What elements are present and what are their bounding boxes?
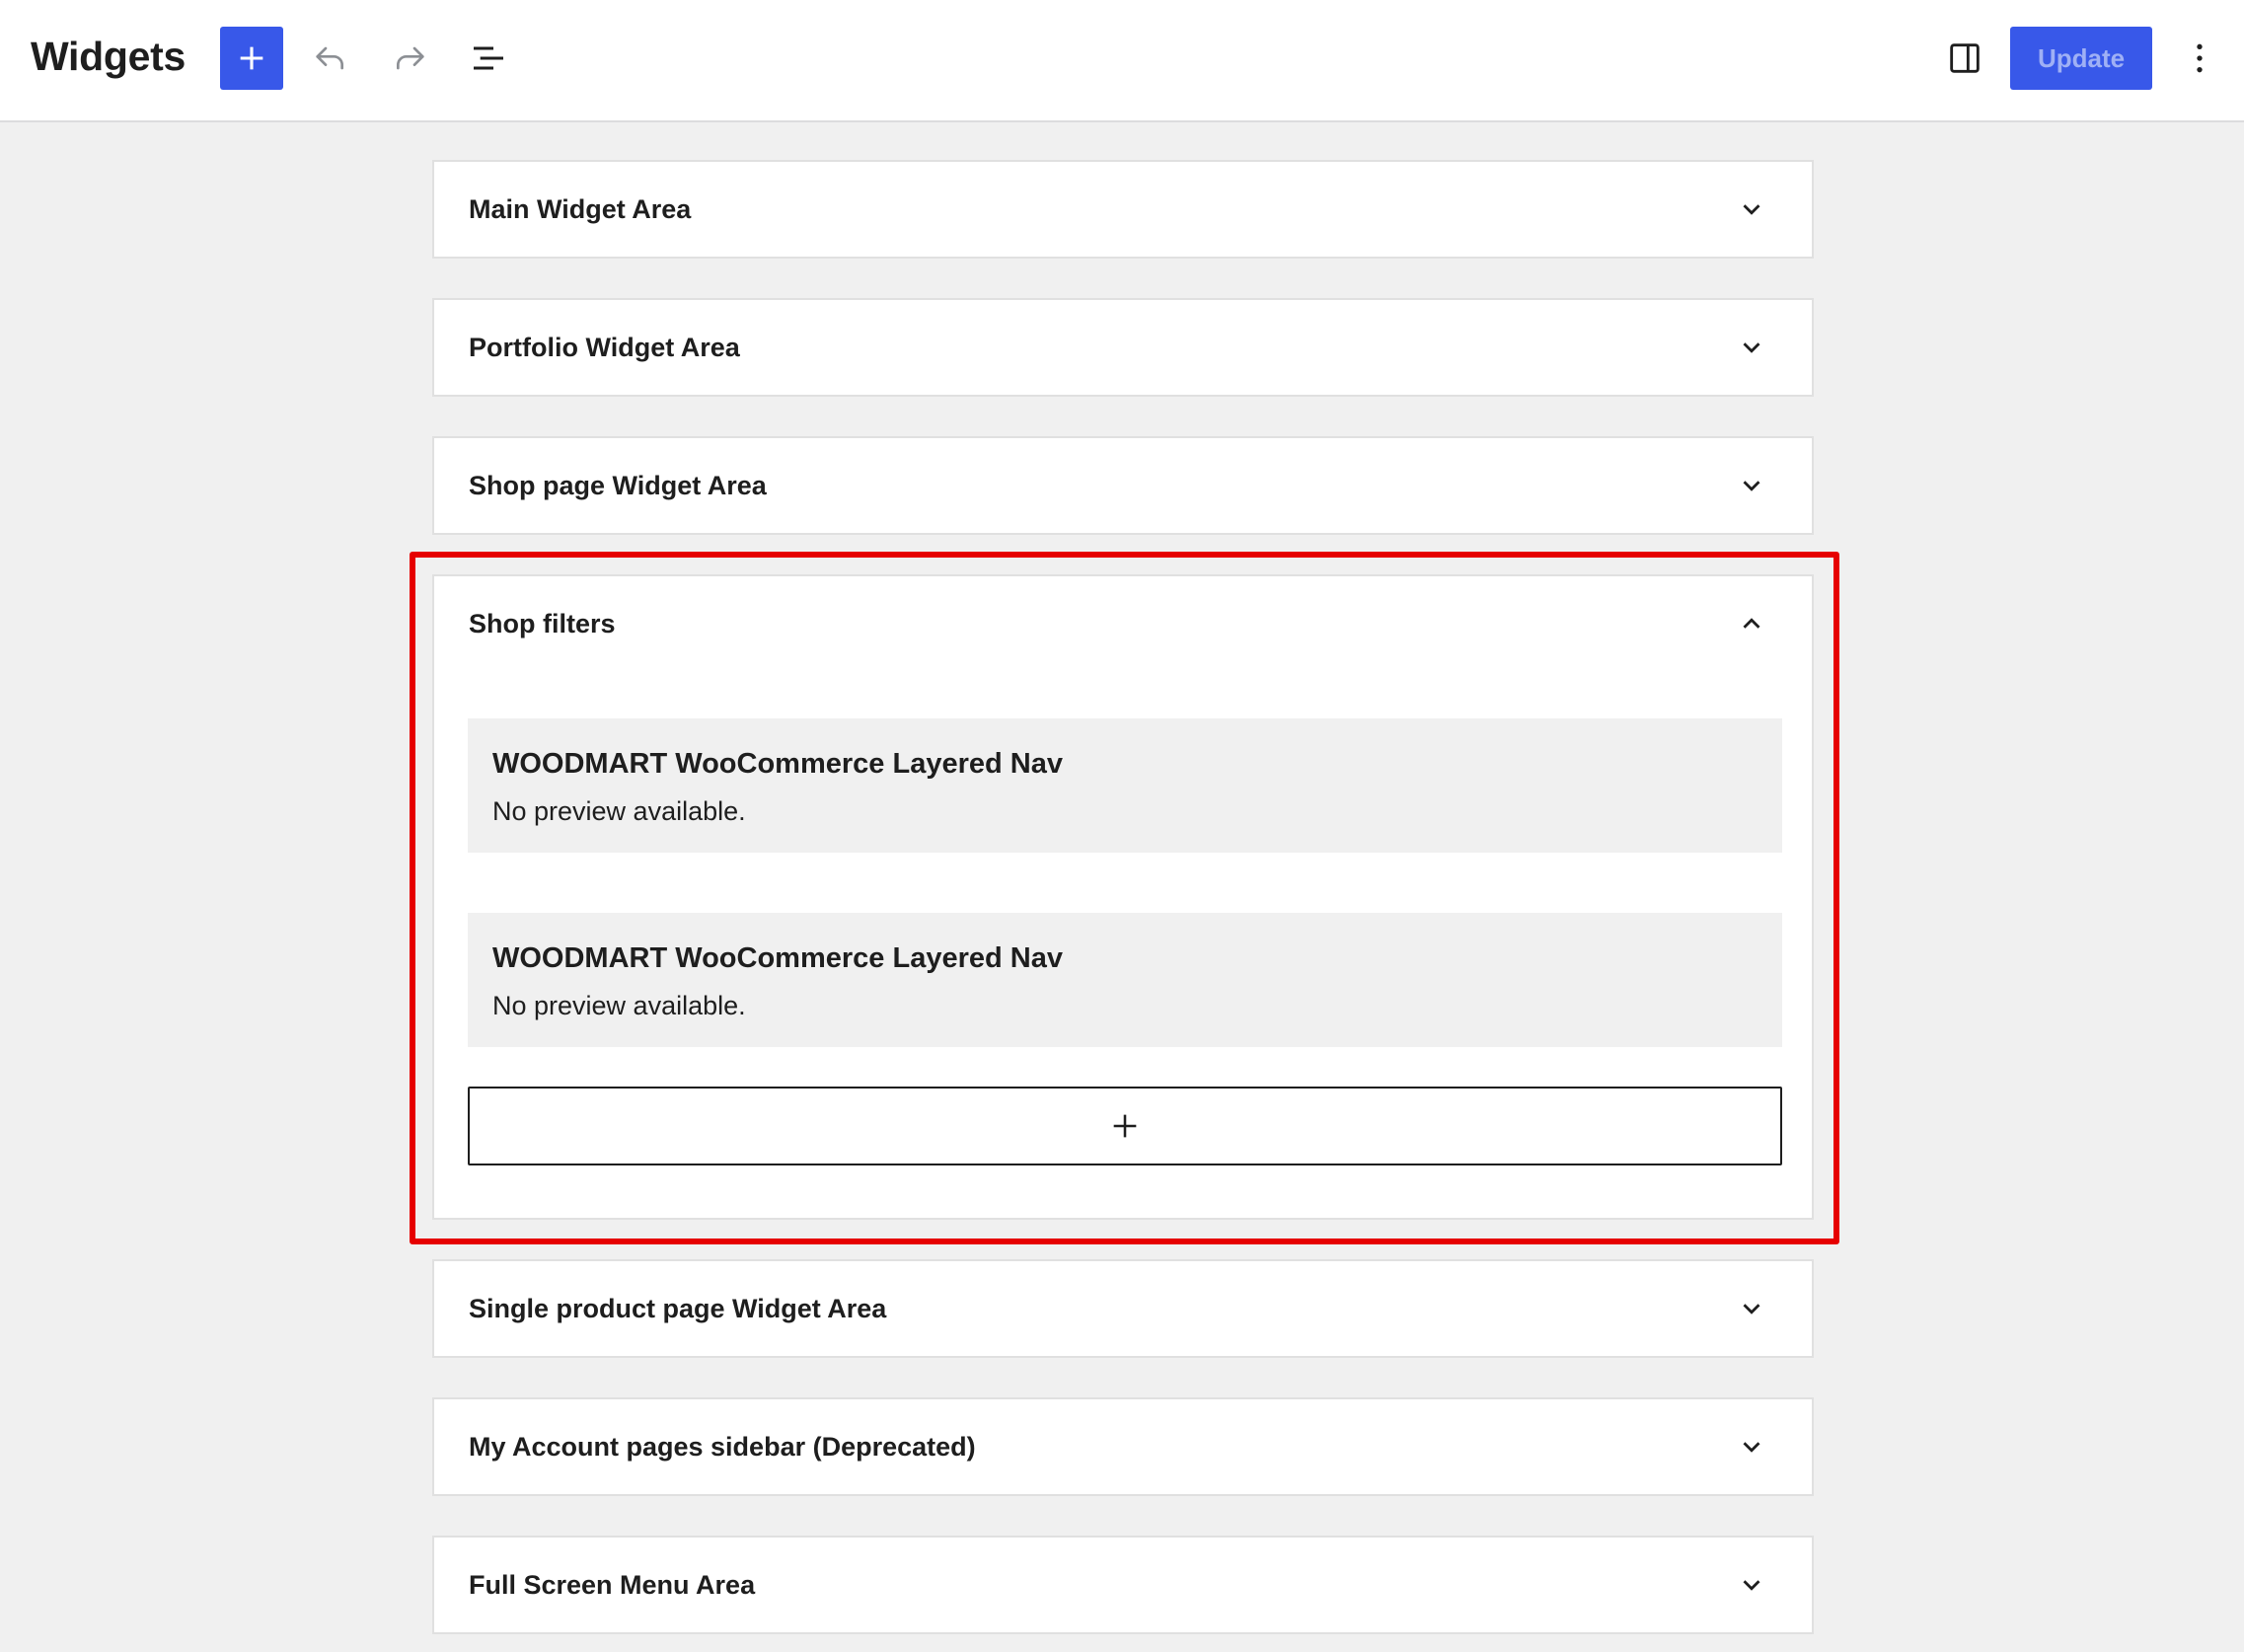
editor-header: Widgets Update	[0, 0, 2244, 122]
widget-area-shop-page: Shop page Widget Area	[432, 436, 1814, 535]
chevron-down-icon	[1735, 469, 1768, 502]
plus-icon	[240, 46, 263, 70]
chevron-down-icon	[1735, 192, 1768, 226]
sidebar-panel-icon	[1950, 43, 1980, 73]
add-widget-button[interactable]	[468, 1087, 1782, 1165]
widget-area-title: Single product page Widget Area	[469, 1293, 887, 1323]
widget-area-my-account: My Account pages sidebar (Deprecated)	[432, 1397, 1814, 1496]
undo-button[interactable]	[302, 30, 359, 87]
widget-area-shop-filters: Shop filters WOODMART WooCommerce Layere…	[432, 574, 1814, 1220]
chevron-up-icon	[1735, 607, 1768, 640]
widget-area-toggle[interactable]: My Account pages sidebar (Deprecated)	[434, 1399, 1812, 1494]
redo-button[interactable]	[381, 30, 438, 87]
options-button[interactable]	[2171, 30, 2228, 87]
settings-panel-button[interactable]	[1936, 30, 1993, 87]
undo-icon	[316, 46, 343, 70]
chevron-down-icon	[1735, 1568, 1768, 1602]
widget-preview-text: No preview available.	[492, 796, 746, 826]
list-view-icon	[474, 46, 503, 70]
widget-area-title: My Account pages sidebar (Deprecated)	[469, 1431, 976, 1462]
widget-area-toggle[interactable]: Full Screen Menu Area	[434, 1538, 1812, 1632]
widget-area-portfolio: Portfolio Widget Area	[432, 298, 1814, 397]
widget-area-toggle[interactable]: Main Widget Area	[434, 162, 1812, 257]
plus-icon	[1113, 1114, 1137, 1138]
add-block-button[interactable]	[220, 27, 283, 90]
update-button[interactable]: Update	[2010, 27, 2152, 90]
list-view-button[interactable]	[460, 30, 517, 87]
widget-area-toggle[interactable]: Shop page Widget Area	[434, 438, 1812, 533]
widget-area-title: Portfolio Widget Area	[469, 332, 740, 362]
widget-area-title: Full Screen Menu Area	[469, 1569, 756, 1600]
redo-icon	[397, 46, 424, 70]
widget-area-title: Main Widget Area	[469, 193, 692, 224]
chevron-down-icon	[1735, 1292, 1768, 1325]
chevron-down-icon	[1735, 331, 1768, 364]
widget-preview-text: No preview available.	[492, 991, 746, 1020]
widget-area-full-screen-menu: Full Screen Menu Area	[432, 1536, 1814, 1634]
widget-title: WOODMART WooCommerce Layered Nav	[492, 748, 1063, 780]
widget-title: WOODMART WooCommerce Layered Nav	[492, 942, 1063, 974]
page-title: Widgets	[31, 34, 186, 79]
widget-area-toggle[interactable]: Portfolio Widget Area	[434, 300, 1812, 395]
widget-area-main: Main Widget Area	[432, 160, 1814, 259]
widget-block[interactable]: WOODMART WooCommerce Layered Nav No prev…	[468, 913, 1782, 1047]
widget-block[interactable]: WOODMART WooCommerce Layered Nav No prev…	[468, 718, 1782, 853]
chevron-down-icon	[1735, 1430, 1768, 1464]
widget-area-single-product: Single product page Widget Area	[432, 1259, 1814, 1358]
widget-area-toggle[interactable]: Shop filters	[434, 576, 1812, 671]
more-vertical-icon	[2197, 43, 2203, 73]
widget-area-title: Shop filters	[469, 608, 616, 638]
widget-area-title: Shop page Widget Area	[469, 470, 767, 500]
widget-area-toggle[interactable]: Single product page Widget Area	[434, 1261, 1812, 1356]
